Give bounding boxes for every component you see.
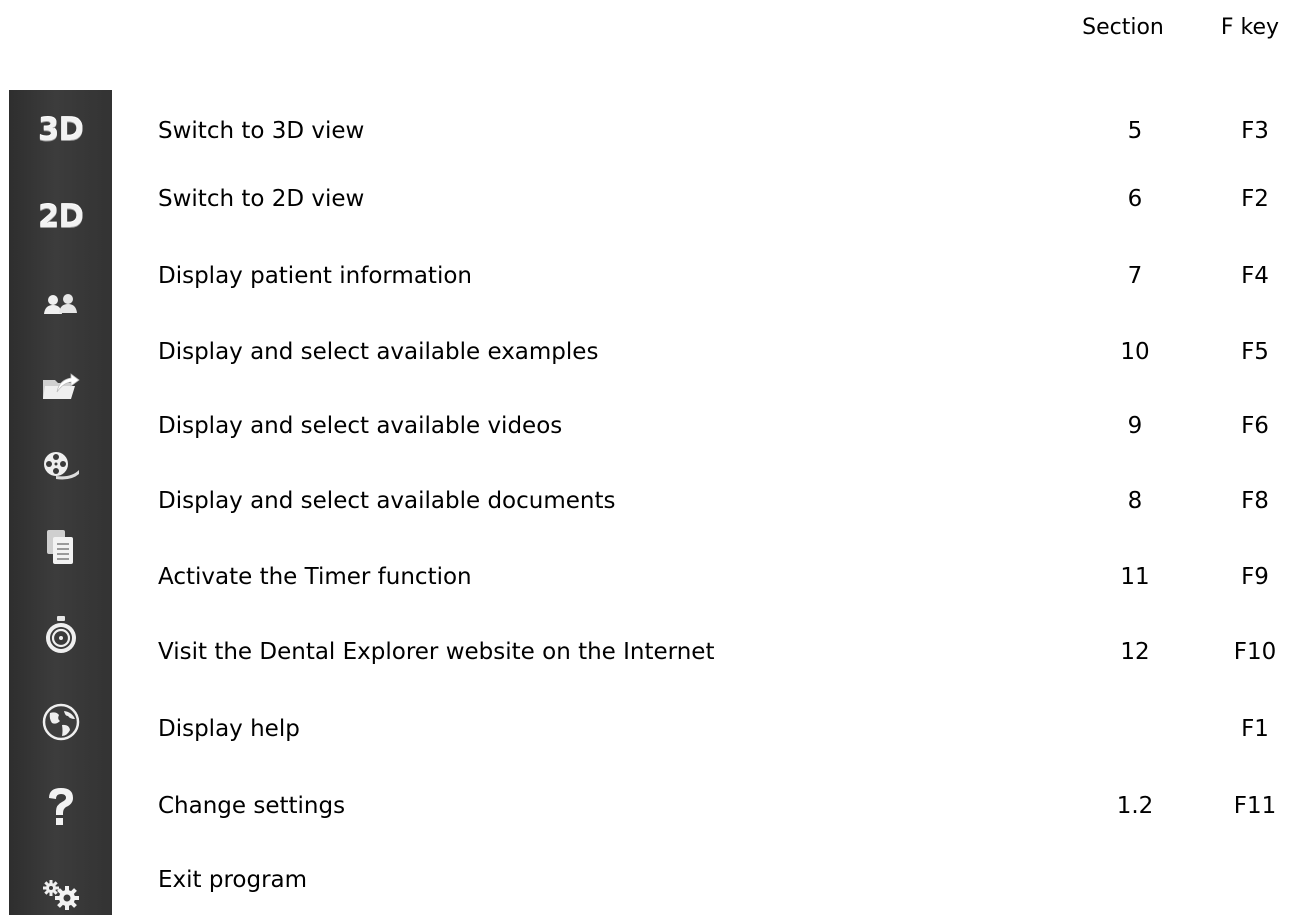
item-section: 6: [1127, 186, 1143, 212]
item-label: Change settings: [158, 793, 346, 819]
list-item: Display and select available documents 8…: [0, 481, 1300, 521]
list-item: Exit program: [0, 860, 1300, 900]
film-reel-icon: [43, 452, 79, 480]
item-label: Display and select available videos: [158, 413, 563, 439]
item-section: 7: [1127, 263, 1143, 289]
item-section: 11: [1120, 564, 1150, 590]
item-fkey: F5: [1241, 339, 1269, 365]
item-section: 9: [1127, 413, 1143, 439]
item-label: Activate the Timer function: [158, 564, 472, 590]
item-fkey: F9: [1241, 564, 1269, 590]
item-fkey: F4: [1241, 263, 1269, 289]
item-section: 12: [1120, 639, 1150, 665]
item-section: 5: [1127, 118, 1143, 144]
item-section: 8: [1127, 488, 1143, 514]
item-label: Display patient information: [158, 263, 472, 289]
item-fkey: F2: [1241, 186, 1269, 212]
item-label: Exit program: [158, 867, 308, 893]
help-reference-page: Section F key 3D 2D Switch to 3D view 5 …: [0, 0, 1300, 915]
item-fkey: F8: [1241, 488, 1269, 514]
list-item: Display patient information 7 F4: [0, 256, 1300, 296]
folder-open-icon: [42, 373, 80, 399]
list-item: Activate the Timer function 11 F9: [0, 557, 1300, 597]
table-header: Section F key: [0, 15, 1300, 45]
list-item: Display and select available videos 9 F6: [0, 406, 1300, 446]
item-label: Switch to 2D view: [158, 186, 365, 212]
item-label: Display help: [158, 716, 300, 742]
item-section: 1.2: [1116, 793, 1154, 819]
section-column-header: Section: [1082, 15, 1164, 40]
item-fkey: F11: [1233, 793, 1277, 819]
item-fkey: F6: [1241, 413, 1269, 439]
list-item: Visit the Dental Explorer website on the…: [0, 632, 1300, 672]
item-label: Display and select available documents: [158, 488, 616, 514]
item-section: 10: [1120, 339, 1150, 365]
item-label: Visit the Dental Explorer website on the…: [158, 639, 715, 665]
item-fkey: F10: [1233, 639, 1277, 665]
fkey-column-header: F key: [1220, 15, 1280, 40]
list-item: Display and select available examples 10…: [0, 332, 1300, 372]
list-item: Switch to 2D view 6 F2: [0, 179, 1300, 219]
item-label: Switch to 3D view: [158, 118, 365, 144]
item-fkey: F3: [1241, 118, 1269, 144]
list-item: Switch to 3D view 5 F3: [0, 111, 1300, 151]
item-label: Display and select available examples: [158, 339, 599, 365]
list-item: Display help F1: [0, 709, 1300, 749]
item-fkey: F1: [1241, 716, 1269, 742]
list-item: Change settings 1.2 F11: [0, 786, 1300, 826]
